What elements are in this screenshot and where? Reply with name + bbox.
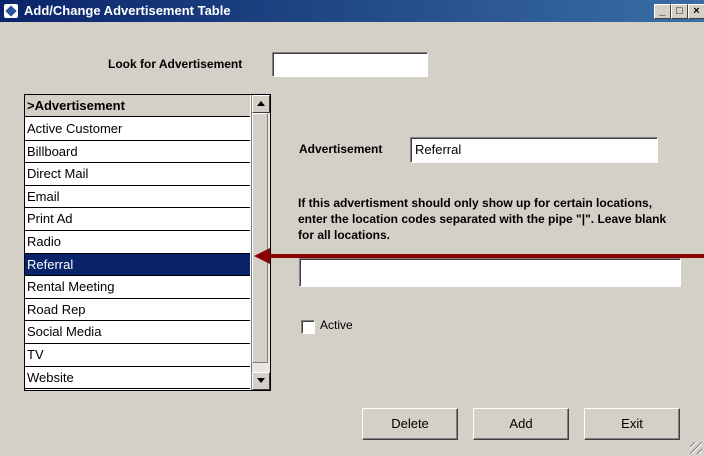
list-item[interactable]: Active Customer (25, 118, 250, 141)
scroll-thumb[interactable] (252, 113, 268, 363)
maximize-button[interactable]: □ (671, 4, 688, 19)
list-item[interactable]: Direct Mail (25, 163, 250, 186)
list-item[interactable]: Billboard (25, 140, 250, 164)
active-label[interactable]: Active (320, 318, 353, 332)
active-checkbox[interactable] (301, 320, 315, 334)
list-item[interactable]: Website (25, 366, 250, 390)
search-label: Look for Advertisement (108, 57, 243, 71)
add-button[interactable]: Add (473, 408, 569, 440)
list-item[interactable]: Referral (25, 253, 250, 277)
exit-button[interactable]: Exit (584, 408, 680, 440)
minimize-button[interactable]: _ (654, 4, 671, 19)
resize-grip-icon[interactable] (690, 442, 702, 454)
search-input[interactable] (272, 52, 428, 77)
app-icon (4, 4, 18, 18)
list-item[interactable]: Print Ad (25, 208, 250, 231)
advertisement-label: Advertisement (299, 142, 383, 156)
title-bar: Add/Change Advertisement Table _ □ × (0, 0, 704, 22)
advertisement-field[interactable]: Referral (410, 137, 658, 163)
delete-button[interactable]: Delete (362, 408, 458, 440)
list-item[interactable]: Social Media (25, 321, 250, 344)
window-title: Add/Change Advertisement Table (24, 3, 231, 18)
list-item[interactable]: Rental Meeting (25, 276, 250, 299)
locations-field[interactable] (299, 258, 681, 287)
instructions-text: If this advertisment should only show up… (298, 196, 667, 242)
advertisement-list[interactable]: >Advertisement Active Customer Billboard D… (24, 94, 271, 391)
list-header[interactable]: >Advertisement (25, 95, 250, 117)
scroll-up-icon[interactable] (252, 95, 270, 113)
annotation-arrow-icon (254, 248, 270, 264)
list-item[interactable]: Radio (25, 231, 250, 254)
list-item[interactable]: TV (25, 344, 250, 367)
list-item[interactable]: Road Rep (25, 298, 250, 322)
list-item[interactable]: Email (25, 185, 250, 209)
scroll-down-icon[interactable] (252, 372, 270, 390)
list-scrollbar[interactable] (251, 95, 270, 390)
close-button[interactable]: × (688, 4, 704, 19)
annotation-arrow-line (268, 254, 704, 258)
